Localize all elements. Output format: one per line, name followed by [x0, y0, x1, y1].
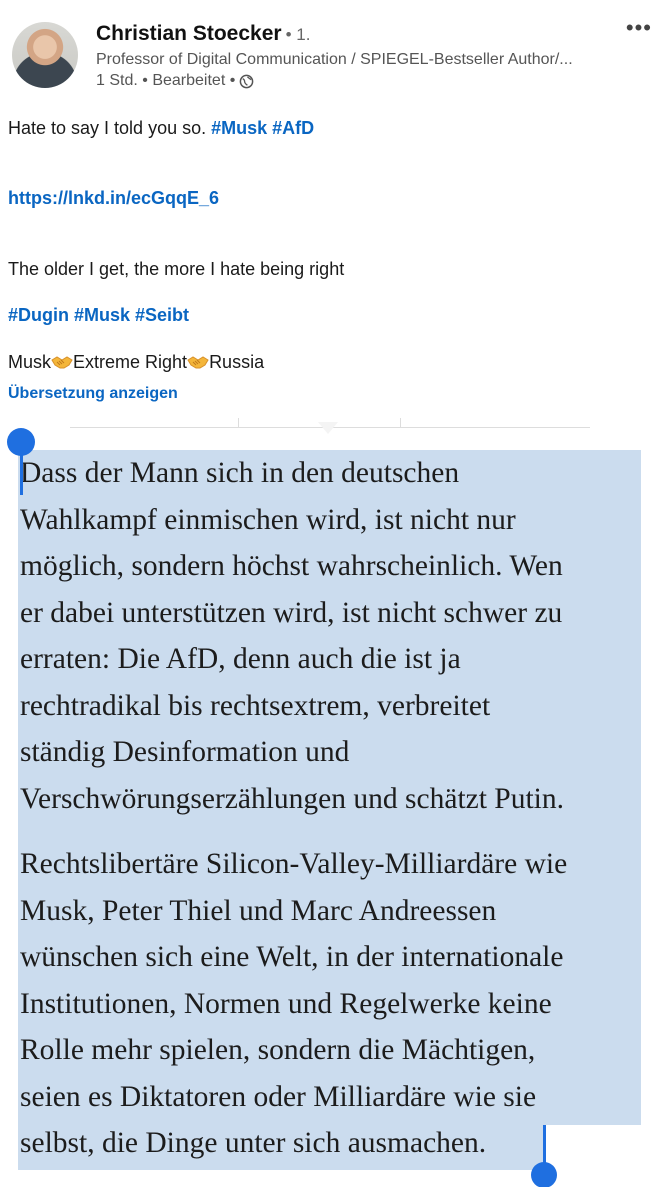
avatar[interactable]: [12, 22, 78, 88]
paragraph-1: Dass der Mann sich in den deutschen Wahl…: [20, 450, 660, 822]
hashtags-link[interactable]: #Dugin #Musk #Seibt: [8, 305, 189, 326]
text-line: er dabei unterstützen wird, ist nicht sc…: [20, 596, 563, 629]
post-line-1: Hate to say I told you so. #Musk #AfD: [8, 118, 314, 139]
selection-end-handle[interactable]: [531, 1162, 557, 1187]
selection-start-handle[interactable]: [7, 428, 35, 456]
text-line: Rolle mehr spielen, sondern die Mächtige…: [20, 1034, 536, 1066]
post-line-3: The older I get, the more I hate being r…: [8, 259, 345, 279]
text-line: Verschwörungserzählungen und schätzt Put…: [20, 782, 564, 815]
word-extreme-right: Extreme Right: [73, 352, 188, 372]
handshake-icon: [51, 354, 73, 370]
author-name[interactable]: Christian Stoecker: [96, 22, 282, 45]
text-line: wünschen sich eine Welt, in der internat…: [20, 941, 564, 973]
post-time: 1 Std.: [96, 72, 138, 89]
word-musk: Musk: [8, 352, 52, 372]
meta-separator: •: [229, 72, 236, 89]
post-meta: 1 Std. • Bearbeitet •: [96, 72, 254, 90]
text-line: Musk, Peter Thiel und Marc Andreessen: [20, 894, 497, 927]
globe-icon: [239, 74, 254, 89]
meta-separator: •: [142, 72, 148, 89]
menu-caret-icon: [318, 422, 338, 434]
text-line: Institutionen, Normen und Regelwerke kei…: [20, 987, 552, 1020]
text-line: erraten: Die AfD, denn auch die ist ja: [20, 643, 461, 675]
paragraph-2: Rechtslibertäre Silicon-Valley-Milliardä…: [20, 841, 660, 1167]
show-translation-link[interactable]: Übersetzung anzeigen: [8, 385, 178, 403]
author-name-row[interactable]: Christian Stoecker • 1.: [96, 22, 310, 46]
post-line-musk: Musk Extreme Right Russia: [8, 352, 264, 373]
handshake-icon: [187, 354, 209, 370]
text-line: seien es Diktatoren oder Milliardäre wie…: [20, 1080, 537, 1113]
text-line: ständig Desinformation und: [20, 736, 350, 768]
post-header: Christian Stoecker • 1. Professor of Digi…: [0, 0, 666, 110]
text-line: Wahlkampf einmischen wird, ist nicht nur: [20, 503, 516, 536]
text-line: selbst, die Dinge unter sich ausmachen.: [20, 1127, 487, 1159]
article-excerpt[interactable]: Dass der Mann sich in den deutschen Wahl…: [20, 450, 660, 1167]
hashtag-link[interactable]: #Musk #AfD: [211, 118, 314, 138]
post-text: Hate to say I told you so.: [8, 118, 212, 138]
connection-degree: • 1.: [285, 25, 311, 44]
edited-label: Bearbeitet: [152, 72, 226, 89]
text-line: Rechtslibertäre Silicon-Valley-Milliardä…: [20, 848, 568, 880]
more-options-button[interactable]: •••: [626, 17, 652, 39]
text-line: möglich, sondern höchst wahrscheinlich. …: [20, 550, 563, 582]
word-russia: Russia: [209, 352, 265, 372]
text-line: rechtradikal bis rechtsextrem, verbreite…: [20, 689, 491, 722]
author-headline: Professor of Digital Communication / SPI…: [96, 51, 573, 68]
text-line: Dass der Mann sich in den deutschen: [20, 457, 460, 489]
article-link[interactable]: https://lnkd.in/ecGqqE_6: [8, 188, 219, 209]
